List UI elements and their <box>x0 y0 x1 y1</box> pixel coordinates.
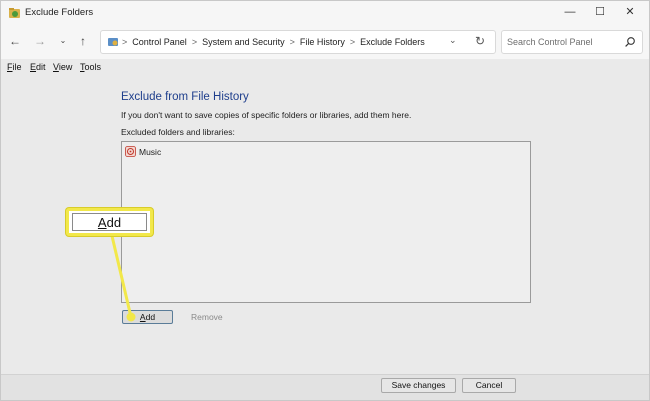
file-history-app-icon <box>9 8 20 18</box>
save-changes-button[interactable]: Save changes <box>381 378 456 393</box>
window-title: Exclude Folders <box>25 7 94 18</box>
add-callout-annotation: Add <box>66 208 153 236</box>
dialog-footer: Save changes Cancel <box>1 374 649 400</box>
menu-tools-label: ools <box>84 62 102 72</box>
breadcrumb-file-history[interactable]: File History <box>300 37 345 47</box>
recent-locations-button[interactable]: ⌄ <box>55 33 71 49</box>
callout-add-button-zoom: Add <box>72 213 147 231</box>
menu-edit-label: dit <box>36 62 46 72</box>
menu-view-label: iew <box>58 62 73 72</box>
excluded-folders-list[interactable]: Music <box>121 141 531 303</box>
control-panel-icon <box>108 38 118 46</box>
page-description: If you don't want to save copies of spec… <box>121 110 412 120</box>
music-library-icon <box>125 146 136 157</box>
breadcrumb-system-and-security[interactable]: System and Security <box>202 37 285 47</box>
up-button[interactable]: ↑ <box>75 33 91 49</box>
search-input[interactable]: Search Control Panel <box>501 30 643 54</box>
breadcrumb-separator: > <box>349 37 356 47</box>
excluded-list-label: Excluded folders and libraries: <box>121 127 235 137</box>
menu-bar: File Edit View Tools <box>1 59 649 75</box>
address-dropdown-button[interactable]: ⌄ <box>449 35 457 46</box>
menu-file-label: ile <box>12 62 22 72</box>
menu-file[interactable]: File <box>7 62 22 72</box>
breadcrumb-separator: > <box>122 37 128 47</box>
callout-label: dd <box>106 215 122 230</box>
search-placeholder: Search Control Panel <box>507 37 593 47</box>
address-bar[interactable]: > Control Panel > System and Security > File … <box>100 30 496 54</box>
search-icon[interactable] <box>624 36 636 48</box>
title-bar: Exclude Folders — ☐ ✕ <box>1 1 649 25</box>
callout-accesskey: A <box>97 215 107 230</box>
cancel-button[interactable]: Cancel <box>462 378 516 393</box>
add-button[interactable]: Add <box>122 310 173 324</box>
menu-tools[interactable]: Tools <box>80 62 101 72</box>
remove-button[interactable]: Remove <box>191 312 223 322</box>
navigation-bar: ← → ⌄ ↑ > Control Panel > System and Securi… <box>1 25 649 59</box>
breadcrumb: > Control Panel > System and Security > File … <box>122 37 425 47</box>
menu-edit[interactable]: Edit <box>30 62 46 72</box>
close-button[interactable]: ✕ <box>615 3 645 21</box>
back-button[interactable]: ← <box>7 33 23 49</box>
minimize-button[interactable]: — <box>555 3 585 21</box>
menu-view[interactable]: View <box>53 62 72 72</box>
refresh-button[interactable]: ↻ <box>475 34 485 48</box>
forward-button[interactable]: → <box>32 33 48 49</box>
exclude-folders-window: Exclude Folders — ☐ ✕ ← → ⌄ ↑ > Control P… <box>0 0 650 401</box>
page-title: Exclude from File History <box>121 91 249 103</box>
breadcrumb-control-panel[interactable]: Control Panel <box>132 37 187 47</box>
add-button-label: dd <box>145 312 156 322</box>
list-item-label: Music <box>139 147 162 157</box>
breadcrumb-separator: > <box>191 37 198 47</box>
maximize-button[interactable]: ☐ <box>585 3 615 21</box>
breadcrumb-separator: > <box>289 37 295 47</box>
breadcrumb-exclude-folders[interactable]: Exclude Folders <box>360 37 425 47</box>
